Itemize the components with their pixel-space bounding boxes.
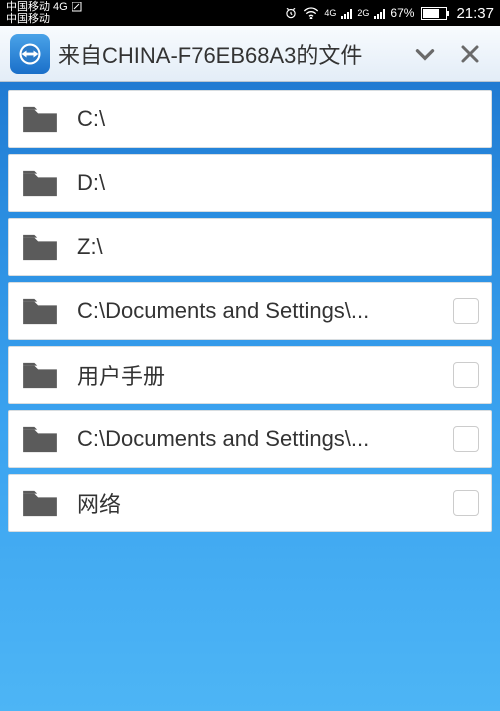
close-button[interactable] [450,42,490,66]
folder-icon [21,232,59,262]
folder-icon [21,424,59,454]
folder-icon [21,360,59,390]
folder-icon [21,104,59,134]
folder-icon [21,488,59,518]
checkbox[interactable] [453,426,479,452]
battery-pct: 67% [390,6,414,20]
status-right: 4G 2G 67% 21:37 [284,5,494,22]
list-item[interactable]: D:\ [8,154,492,212]
close-icon [458,42,482,66]
list-item[interactable]: C:\ [8,90,492,148]
item-label: D:\ [77,170,479,196]
signal-bars-2 [374,7,385,19]
item-label: 用户手册 [77,359,435,391]
dropdown-button[interactable] [408,41,442,67]
status-carrier: 中国移动 4G 中国移动 [6,1,82,25]
net-4g: 4G [324,8,336,18]
chevron-down-icon [412,41,438,67]
list-item[interactable]: 网络 [8,474,492,532]
teamviewer-logo-icon [10,34,50,74]
item-label: Z:\ [77,234,479,260]
checkbox[interactable] [453,490,479,516]
sim-icon [72,2,82,12]
net-2g: 2G [357,8,369,18]
item-label: 网络 [77,487,435,519]
list-item[interactable]: C:\Documents and Settings\... [8,410,492,468]
list-item[interactable]: Z:\ [8,218,492,276]
carrier-text-2: 中国移动 [6,13,82,25]
item-label: C:\ [77,106,479,132]
folder-icon [21,296,59,326]
page-title: 来自CHINA-F76EB68A3的文件 [58,38,400,70]
list-item[interactable]: C:\Documents and Settings\... [8,282,492,340]
wifi-icon [303,7,319,19]
signal-bars-1 [341,7,352,19]
item-label: C:\Documents and Settings\... [77,298,435,324]
item-label: C:\Documents and Settings\... [77,426,435,452]
checkbox[interactable] [453,298,479,324]
carrier-text-1: 中国移动 4G [6,1,68,13]
alarm-icon [284,6,298,20]
checkbox[interactable] [453,362,479,388]
folder-icon [21,168,59,198]
status-bar: 中国移动 4G 中国移动 4G 2G 67% 21:37 [0,0,500,26]
header-bar: 来自CHINA-F76EB68A3的文件 [0,26,500,82]
clock: 21:37 [456,5,494,22]
battery-icon [421,7,447,20]
list-item[interactable]: 用户手册 [8,346,492,404]
file-list: C:\ D:\ Z:\ C:\Documents and Settings\... 用户… [0,82,500,540]
